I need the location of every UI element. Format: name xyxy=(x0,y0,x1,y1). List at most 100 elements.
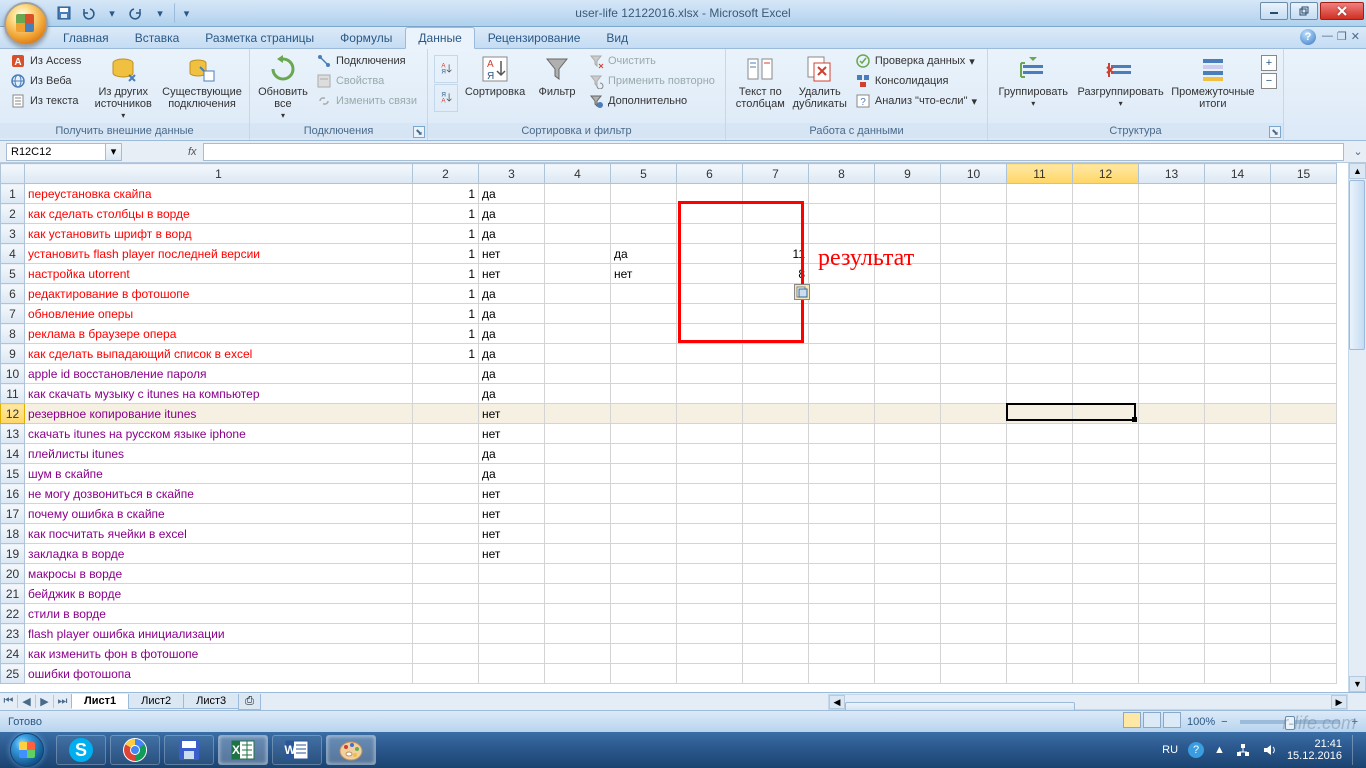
cell[interactable]: да xyxy=(479,324,545,344)
cell[interactable] xyxy=(545,384,611,404)
cell[interactable] xyxy=(1205,564,1271,584)
tray-network-icon[interactable] xyxy=(1235,742,1251,758)
cell[interactable] xyxy=(677,204,743,224)
column-header[interactable]: 13 xyxy=(1139,164,1205,184)
cell[interactable] xyxy=(1205,244,1271,264)
row-header[interactable]: 21 xyxy=(1,584,25,604)
cell[interactable] xyxy=(1007,624,1073,644)
reapply-filter-button[interactable]: Применить повторно xyxy=(584,71,719,91)
cell[interactable] xyxy=(941,664,1007,684)
row-header[interactable]: 23 xyxy=(1,624,25,644)
cell[interactable] xyxy=(1139,664,1205,684)
cell[interactable] xyxy=(743,424,809,444)
cell[interactable]: установить flash player последней версии xyxy=(25,244,413,264)
workbook-minimize-icon[interactable]: — xyxy=(1322,30,1333,43)
cell[interactable] xyxy=(809,344,875,364)
cell[interactable] xyxy=(611,344,677,364)
cell[interactable] xyxy=(1271,424,1337,444)
cell[interactable] xyxy=(875,544,941,564)
cell[interactable] xyxy=(1271,264,1337,284)
page-layout-view-icon[interactable] xyxy=(1143,712,1161,728)
cell[interactable] xyxy=(1073,544,1139,564)
subtotal-button[interactable]: Промежуточные итоги xyxy=(1169,51,1257,119)
cell[interactable] xyxy=(875,444,941,464)
cell[interactable]: нет xyxy=(479,424,545,444)
cell[interactable] xyxy=(1271,564,1337,584)
cell[interactable] xyxy=(611,404,677,424)
scroll-down-icon[interactable]: ▼ xyxy=(1349,676,1366,692)
cell[interactable] xyxy=(1205,624,1271,644)
cell[interactable]: нет xyxy=(479,504,545,524)
cell[interactable] xyxy=(413,504,479,524)
cell[interactable] xyxy=(1271,644,1337,664)
hide-detail-icon[interactable]: − xyxy=(1261,73,1277,89)
cell[interactable] xyxy=(545,664,611,684)
cell[interactable] xyxy=(1271,624,1337,644)
cell[interactable] xyxy=(1007,584,1073,604)
formula-expand-icon[interactable]: ⌄ xyxy=(1350,145,1366,158)
cell[interactable] xyxy=(809,284,875,304)
cell[interactable] xyxy=(1007,464,1073,484)
cell[interactable] xyxy=(743,584,809,604)
row-header[interactable]: 20 xyxy=(1,564,25,584)
cell[interactable] xyxy=(611,564,677,584)
cell[interactable] xyxy=(743,404,809,424)
sheet-nav-next-icon[interactable]: ▶ xyxy=(36,695,54,708)
tab-home[interactable]: Главная xyxy=(50,27,122,48)
cell[interactable] xyxy=(1007,484,1073,504)
cell[interactable] xyxy=(1007,304,1073,324)
cell[interactable]: переустановка скайпа xyxy=(25,184,413,204)
row-header[interactable]: 7 xyxy=(1,304,25,324)
cell[interactable]: да xyxy=(479,204,545,224)
cell[interactable] xyxy=(545,584,611,604)
cell[interactable] xyxy=(677,504,743,524)
cell[interactable]: да xyxy=(479,384,545,404)
cell[interactable] xyxy=(1271,304,1337,324)
row-header[interactable]: 18 xyxy=(1,524,25,544)
cell[interactable] xyxy=(413,624,479,644)
cell[interactable] xyxy=(875,324,941,344)
cell[interactable] xyxy=(1205,444,1271,464)
cell[interactable] xyxy=(545,524,611,544)
cell[interactable] xyxy=(1073,184,1139,204)
cell[interactable] xyxy=(413,664,479,684)
cell[interactable] xyxy=(875,204,941,224)
cell[interactable] xyxy=(611,484,677,504)
cell[interactable] xyxy=(1139,364,1205,384)
from-access-button[interactable]: AИз Access xyxy=(6,51,85,71)
cell[interactable] xyxy=(875,364,941,384)
remove-duplicates-button[interactable]: Удалить дубликаты xyxy=(791,51,849,119)
cell[interactable]: как посчитать ячейки в excel xyxy=(25,524,413,544)
cell[interactable]: нет xyxy=(479,544,545,564)
cell[interactable] xyxy=(413,584,479,604)
cell[interactable] xyxy=(1139,444,1205,464)
cell[interactable] xyxy=(1271,464,1337,484)
cell[interactable] xyxy=(875,184,941,204)
cell[interactable] xyxy=(1139,184,1205,204)
cell[interactable] xyxy=(677,624,743,644)
scroll-up-icon[interactable]: ▲ xyxy=(1349,163,1366,179)
spreadsheet-grid[interactable]: 1234567891011121314151переустановка скай… xyxy=(0,163,1366,692)
column-header[interactable]: 4 xyxy=(545,164,611,184)
cell[interactable] xyxy=(413,644,479,664)
tray-clock[interactable]: 21:41 15.12.2016 xyxy=(1287,738,1342,762)
ungroup-button[interactable]: Разгруппировать▾ xyxy=(1074,51,1166,119)
cell[interactable] xyxy=(1073,584,1139,604)
cell[interactable] xyxy=(1205,604,1271,624)
cell[interactable] xyxy=(875,404,941,424)
cell[interactable] xyxy=(941,544,1007,564)
cell[interactable] xyxy=(1271,244,1337,264)
cell[interactable] xyxy=(1139,344,1205,364)
cell[interactable] xyxy=(677,384,743,404)
cell[interactable] xyxy=(611,444,677,464)
cell[interactable] xyxy=(941,304,1007,324)
cell[interactable] xyxy=(1007,504,1073,524)
cell[interactable] xyxy=(941,324,1007,344)
cell[interactable]: почему ошибка в скайпе xyxy=(25,504,413,524)
cell[interactable]: да xyxy=(479,224,545,244)
cell[interactable]: 1 xyxy=(413,344,479,364)
cell[interactable]: да xyxy=(479,444,545,464)
cell[interactable] xyxy=(1271,404,1337,424)
cell[interactable] xyxy=(941,584,1007,604)
help-icon[interactable]: ? xyxy=(1300,29,1316,45)
